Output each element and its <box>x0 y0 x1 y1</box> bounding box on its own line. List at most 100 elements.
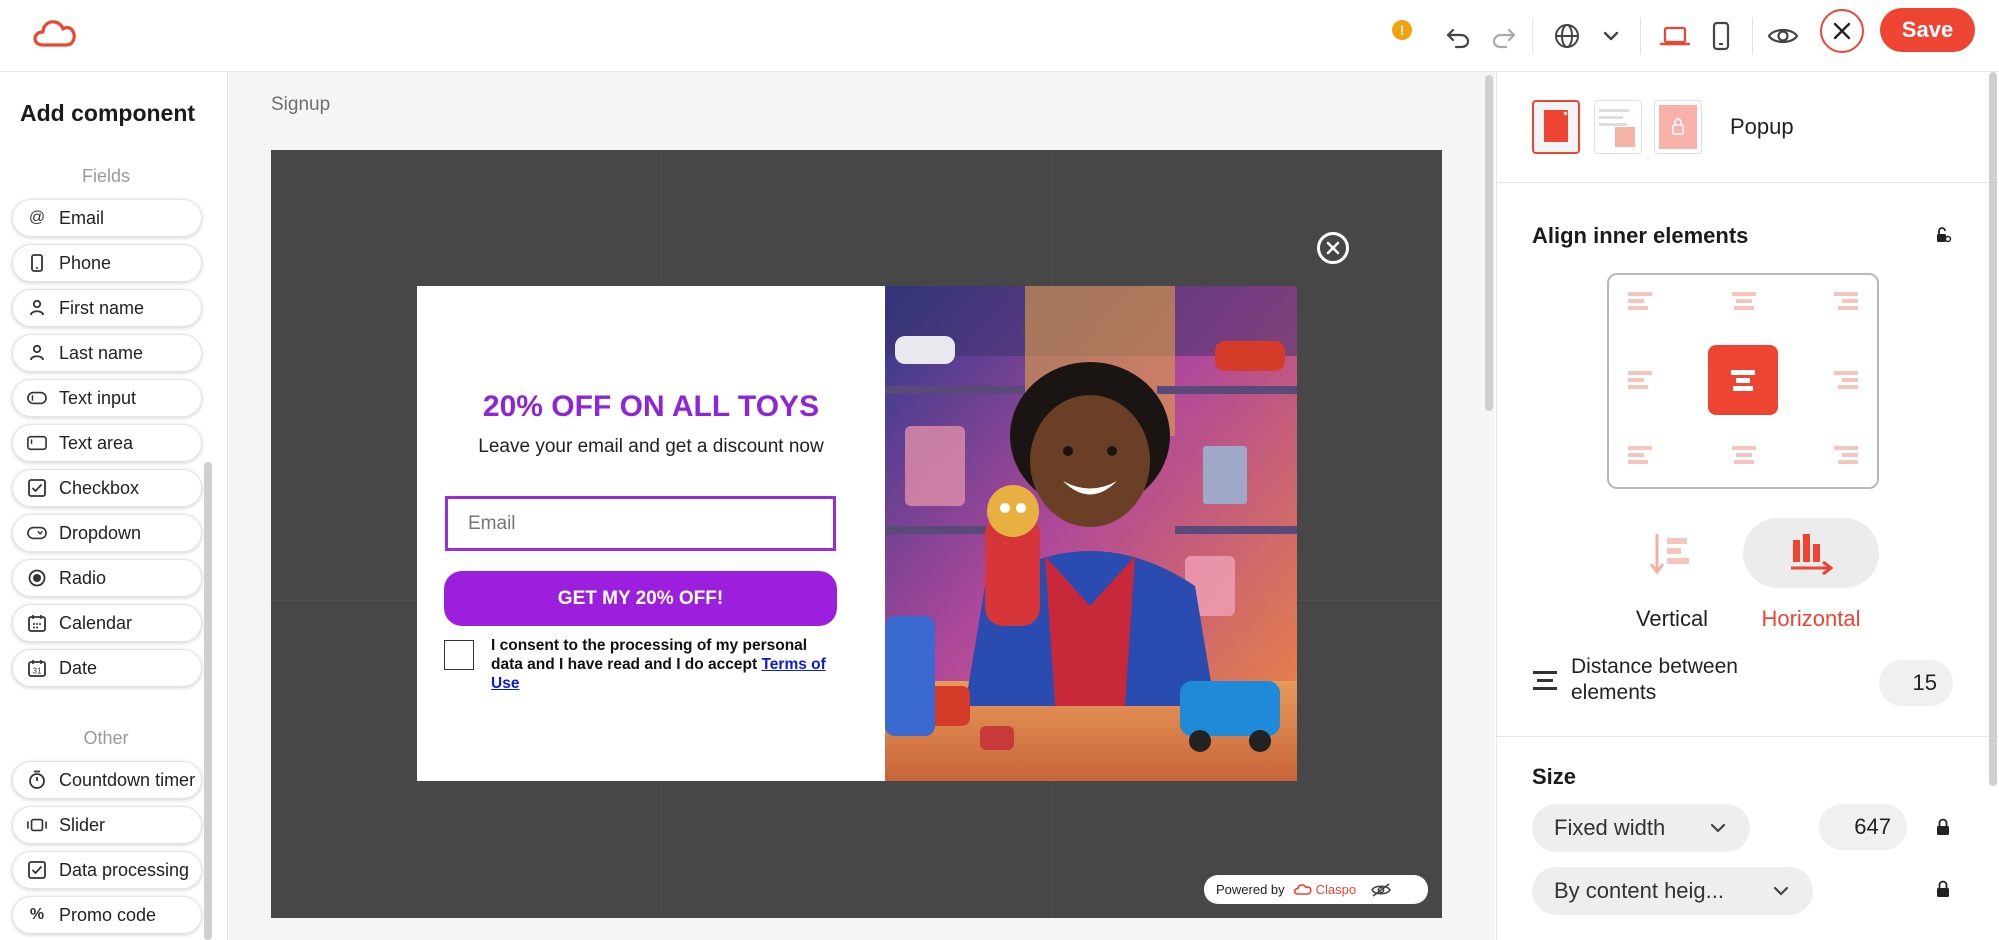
preview-eye-icon[interactable] <box>1761 14 1805 58</box>
align-top-left-icon[interactable] <box>1623 287 1659 321</box>
distance-input[interactable]: 15 <box>1879 660 1953 706</box>
globe-icon[interactable] <box>1545 14 1589 58</box>
component-email[interactable]: @ Email <box>12 199 202 237</box>
redo-icon[interactable] <box>1482 14 1526 58</box>
component-label: Slider <box>59 814 106 835</box>
component-countdown-timer[interactable]: Countdown timer <box>12 761 202 799</box>
component-label: Text input <box>59 387 137 408</box>
direction-horizontal-option[interactable]: Horizontal <box>1743 518 1879 632</box>
component-phone[interactable]: Phone <box>12 244 202 282</box>
undo-icon[interactable] <box>1436 14 1480 58</box>
distance-between-elements-label: Distance between elements <box>1571 655 1738 704</box>
toolbar-separator <box>1752 18 1753 54</box>
hide-eye-icon[interactable] <box>1370 882 1392 898</box>
person-icon <box>27 343 47 363</box>
component-text-input[interactable]: Text input <box>12 379 202 417</box>
chevron-down-icon <box>1710 823 1726 833</box>
widget-type-content-locker-thumb[interactable] <box>1654 100 1702 154</box>
component-dropdown[interactable]: Dropdown <box>12 514 202 552</box>
align-top-center-icon[interactable] <box>1726 287 1762 321</box>
checkbox-icon <box>27 860 47 880</box>
component-label: Phone <box>59 252 112 273</box>
component-label: Promo code <box>59 904 157 925</box>
preview-stage: 20% OFF ON ALL TOYS Leave your email and… <box>271 150 1442 918</box>
component-label: First name <box>59 297 145 318</box>
svg-text:31: 31 <box>33 667 42 676</box>
component-calendar[interactable]: Calendar <box>12 604 202 642</box>
lock-icon[interactable] <box>1934 880 1952 898</box>
component-promo-code[interactable]: % Promo code <box>12 896 202 934</box>
claspo-cloud-icon <box>1293 883 1312 895</box>
popup-cta-button[interactable]: GET MY 20% OFF! <box>444 571 837 626</box>
toolbar-separator <box>1640 18 1641 54</box>
text-area-icon <box>27 433 47 453</box>
component-data-processing[interactable]: Data processing <box>12 851 202 889</box>
signup-popup[interactable]: 20% OFF ON ALL TOYS Leave your email and… <box>417 286 1297 781</box>
align-inner-elements-heading: Align inner elements <box>1532 223 1749 248</box>
width-mode-value: Fixed width <box>1554 815 1666 840</box>
align-top-right-icon[interactable] <box>1827 287 1863 321</box>
popup-close-icon[interactable] <box>1317 232 1349 264</box>
align-bottom-left-icon[interactable] <box>1623 435 1659 469</box>
height-mode-select[interactable]: By content heig... <box>1532 867 1813 915</box>
powered-by-badge[interactable]: Powered by Claspo <box>1204 875 1428 904</box>
widget-type-popup-thumb[interactable] <box>1532 100 1580 154</box>
properties-panel: Popup Align inner elements Vertical Hori… <box>1496 72 1999 940</box>
consent-checkbox[interactable] <box>444 640 474 670</box>
top-bar: ! Save <box>0 0 1999 72</box>
popup-title[interactable]: 20% OFF ON ALL TOYS <box>417 390 885 424</box>
width-mode-select[interactable]: Fixed width <box>1532 804 1750 852</box>
widget-type-floating-box-thumb[interactable] <box>1594 100 1642 154</box>
component-label: Data processing <box>59 859 190 880</box>
align-bottom-center-icon[interactable] <box>1726 435 1762 469</box>
unlock-icon[interactable] <box>1934 226 1952 244</box>
breadcrumb[interactable]: Signup <box>271 94 330 116</box>
component-slider[interactable]: Slider <box>12 806 202 844</box>
lock-icon[interactable] <box>1934 818 1952 836</box>
horizontal-direction-icon <box>1743 518 1879 588</box>
chevron-down-icon[interactable] <box>1589 14 1633 58</box>
align-middle-left-icon[interactable] <box>1623 363 1659 397</box>
phone-icon <box>27 253 47 273</box>
person-icon <box>27 298 47 318</box>
component-first-name[interactable]: First name <box>12 289 202 327</box>
at-icon: @ <box>28 209 46 226</box>
size-heading: Size <box>1532 764 1577 789</box>
editor-canvas: Signup 20% OFF ON ALL TOYS Leave your em… <box>229 72 1495 940</box>
consent-text[interactable]: I consent to the processing of my person… <box>491 636 831 693</box>
direction-vertical-option[interactable]: Vertical <box>1604 518 1740 632</box>
right-panel-scrollbar[interactable] <box>1989 72 1997 786</box>
panel-title: Add component <box>20 100 196 126</box>
canvas-scrollbar[interactable] <box>1485 75 1493 411</box>
component-label: Radio <box>59 567 107 588</box>
component-text-area[interactable]: Text area <box>12 424 202 462</box>
warning-icon[interactable]: ! <box>1392 20 1412 40</box>
component-radio[interactable]: Radio <box>12 559 202 597</box>
component-label: Dropdown <box>59 522 142 543</box>
close-editor-button[interactable] <box>1820 9 1864 53</box>
date-icon: 31 <box>27 658 47 678</box>
component-label: Calendar <box>59 612 133 633</box>
popup-email-input[interactable] <box>445 496 836 551</box>
align-middle-center-icon[interactable] <box>1708 345 1778 415</box>
component-label: Date <box>59 657 98 678</box>
claspo-cloud-logo[interactable] <box>30 14 82 54</box>
component-last-name[interactable]: Last name <box>12 334 202 372</box>
close-icon <box>1833 22 1851 40</box>
component-date[interactable]: 31 Date <box>12 649 202 687</box>
popup-hero-image[interactable] <box>885 286 1297 781</box>
width-input[interactable]: 647 <box>1819 804 1907 850</box>
align-bottom-right-icon[interactable] <box>1827 435 1863 469</box>
dropdown-icon <box>27 523 47 543</box>
toolbar-separator <box>1532 18 1533 54</box>
popup-subtitle[interactable]: Leave your email and get a discount now <box>417 436 885 458</box>
save-button[interactable]: Save <box>1880 8 1975 52</box>
add-component-panel: Add component Fields @ Email Phone First… <box>0 72 228 940</box>
mobile-view-icon[interactable] <box>1699 14 1743 58</box>
align-middle-right-icon[interactable] <box>1827 363 1863 397</box>
claspo-brand-label: Claspo <box>1315 882 1357 897</box>
desktop-view-icon[interactable] <box>1653 14 1697 58</box>
component-checkbox[interactable]: Checkbox <box>12 469 202 507</box>
popup-form: 20% OFF ON ALL TOYS Leave your email and… <box>417 286 885 781</box>
left-panel-scrollbar[interactable] <box>204 462 212 940</box>
